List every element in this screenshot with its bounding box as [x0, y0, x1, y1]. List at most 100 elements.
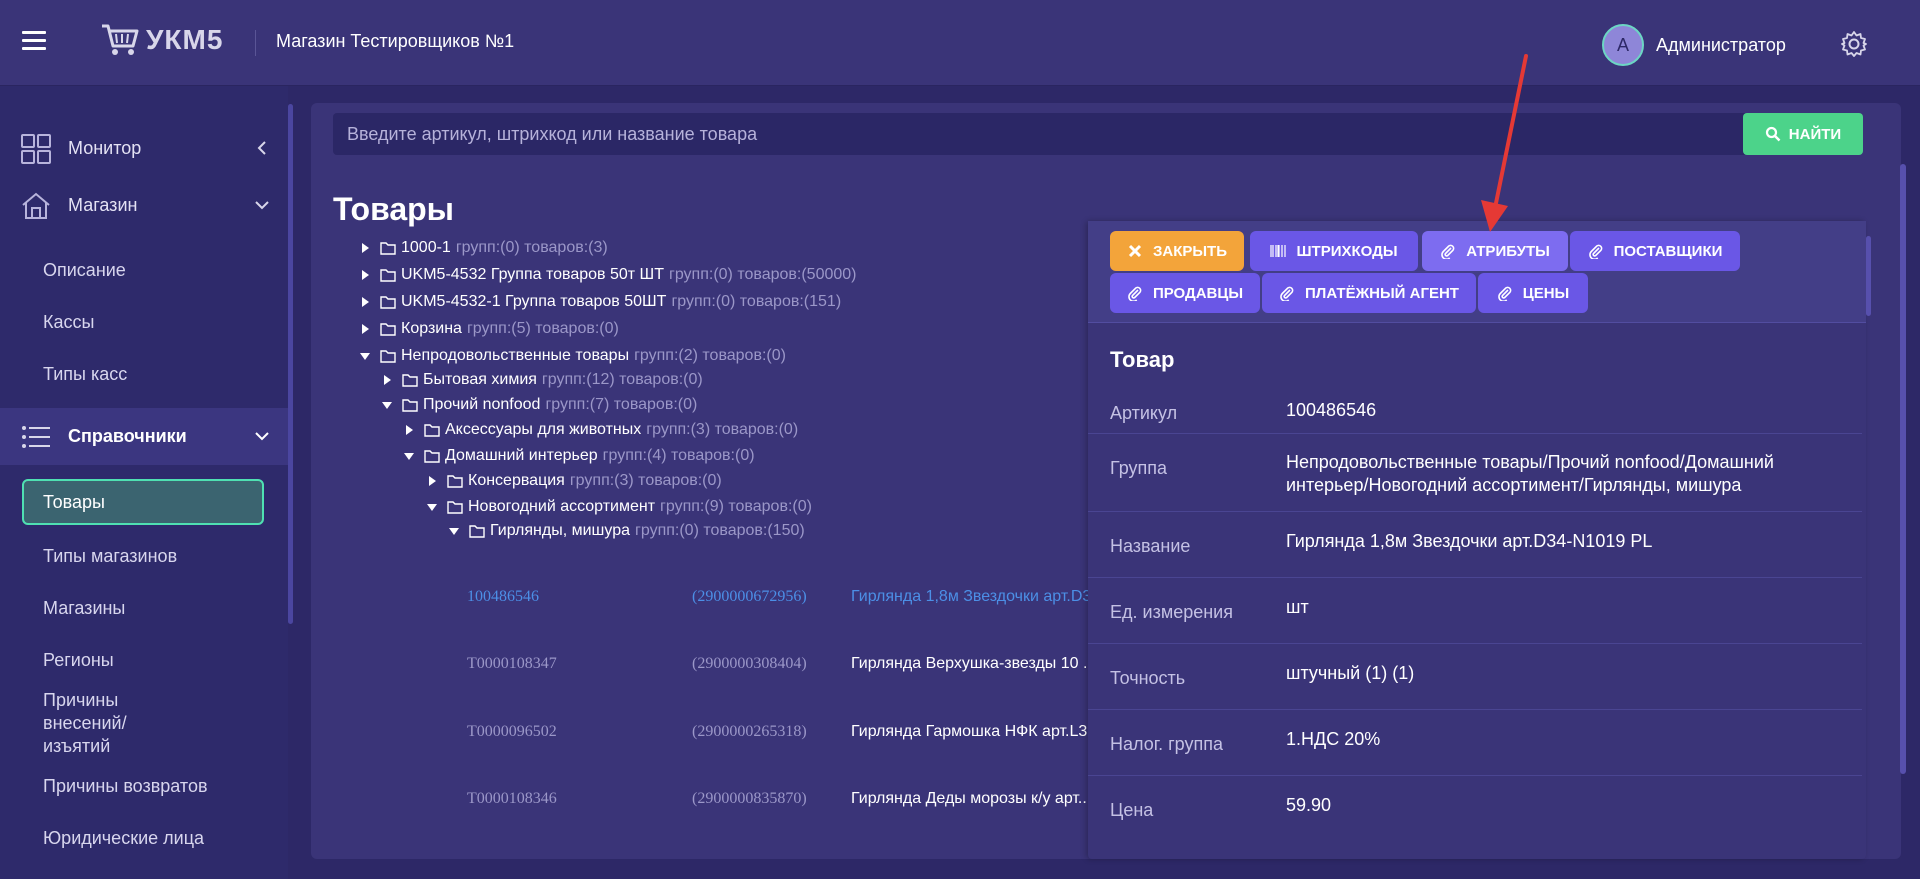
- tree-node[interactable]: Новогодний ассортимент групп:(9) товаров:…: [425, 496, 812, 518]
- sidebar-item-references[interactable]: Справочники: [0, 408, 288, 465]
- attributes-button[interactable]: АТРИБУТЫ: [1422, 231, 1568, 271]
- page-title: Товары: [333, 191, 454, 227]
- main-scrollbar[interactable]: [1900, 164, 1906, 774]
- tree-node-label: UKM5-4532-1 Группа товаров 50ШТ: [401, 293, 667, 310]
- tree-node-count: групп:(2) товаров:(0): [634, 347, 786, 364]
- field-label: Группа: [1110, 458, 1168, 478]
- tree-node[interactable]: Бытовая химия групп:(12) товаров:(0): [380, 369, 703, 391]
- product-barcode[interactable]: (2900000835870): [692, 790, 852, 814]
- store-name[interactable]: Магазин Тестировщиков №1: [276, 31, 514, 52]
- sidebar-item-regions[interactable]: Регионы: [0, 634, 288, 686]
- product-code[interactable]: T0000108347: [467, 655, 637, 679]
- tree-node[interactable]: Гирлянды, мишура групп:(0) товаров:(150): [447, 520, 805, 542]
- sidebar-item-deposit-reasons[interactable]: Причины внесений/ изъятий: [0, 686, 288, 760]
- folder-icon: [424, 450, 440, 463]
- field-label: Цена: [1110, 800, 1154, 820]
- gear-icon[interactable]: [1840, 30, 1868, 58]
- brand-name: УКМ5: [146, 24, 224, 55]
- tree-node[interactable]: Аксессуары для животных групп:(3) товаров…: [402, 419, 798, 441]
- product-name[interactable]: Гирлянда Деды морозы к/у арт...: [851, 790, 1089, 814]
- sidebar-item-monitor[interactable]: Монитор: [0, 120, 288, 177]
- chevron-down-icon: [255, 201, 269, 210]
- tree-node[interactable]: Прочий nonfood групп:(7) товаров:(0): [380, 394, 697, 416]
- tree-node-label: Бытовая химия: [423, 371, 537, 388]
- tree-node-label: Аксессуары для животных: [445, 421, 642, 438]
- user-menu[interactable]: A Администратор: [1602, 24, 1786, 66]
- attributes-button-label: АТРИБУТЫ: [1466, 242, 1550, 260]
- field-row-precision: Точность штучный (1) (1): [1088, 644, 1862, 710]
- product-name[interactable]: Гирлянда Верхушка-звезды 10 ...: [851, 655, 1089, 679]
- caret-right-icon: [384, 375, 391, 385]
- logo[interactable]: УКМ5: [100, 22, 223, 58]
- close-button[interactable]: ЗАКРЫТЬ: [1110, 231, 1244, 271]
- caret-right-icon: [362, 297, 369, 307]
- sidebar-scrollbar[interactable]: [288, 104, 293, 624]
- field-value: 59.90: [1286, 795, 1332, 815]
- tree-node-label: Корзина: [401, 320, 462, 337]
- field-value: 100486546: [1286, 400, 1377, 420]
- divider: [255, 30, 256, 56]
- close-button-label: ЗАКРЫТЬ: [1152, 242, 1228, 260]
- dashboard-icon: [21, 133, 51, 164]
- field-row-group: Группа Непродовольственные товары/Прочий…: [1088, 434, 1862, 512]
- barcodes-button[interactable]: ШТРИХКОДЫ: [1250, 231, 1418, 271]
- sidebar-item-register-types[interactable]: Типы касс: [0, 348, 288, 400]
- product-code[interactable]: T0000108346: [467, 790, 637, 814]
- tree-node-label: Домашний интерьер: [445, 447, 598, 464]
- sidebar-item-products[interactable]: Товары: [22, 479, 264, 525]
- prices-button[interactable]: ЦЕНЫ: [1478, 273, 1588, 313]
- product-code[interactable]: T0000096502: [467, 723, 637, 747]
- product-barcode-link[interactable]: (2900000672956): [692, 588, 852, 612]
- search-button[interactable]: НАЙТИ: [1743, 113, 1863, 155]
- tree-node[interactable]: Непродовольственные товары групп:(2) това…: [358, 345, 786, 367]
- product-barcode[interactable]: (2900000308404): [692, 655, 852, 679]
- detail-title: Товар: [1110, 347, 1175, 372]
- product-code-link[interactable]: 100486546: [467, 588, 637, 612]
- sidebar-item-cash-registers[interactable]: Кассы: [0, 296, 288, 348]
- product-name[interactable]: Гирлянда Гармошка НФК арт.L3...: [851, 723, 1089, 747]
- field-label: Ед. измерения: [1110, 602, 1233, 622]
- sidebar-item-legal-entities[interactable]: Юридические лица: [0, 812, 288, 864]
- payment-agent-button[interactable]: ПЛАТЁЖНЫЙ АГЕНТ: [1262, 273, 1476, 313]
- detail-scrollbar[interactable]: [1866, 236, 1871, 316]
- tree-node-label: UKM5-4532 Группа товаров 50т ШТ: [401, 266, 664, 283]
- field-value: Гирлянда 1,8м Звездочки арт.D34-N1019 PL: [1286, 531, 1653, 551]
- tree-node[interactable]: Корзина групп:(5) товаров:(0): [358, 318, 619, 340]
- product-name-link[interactable]: Гирлянда 1,8м Звездочки арт.D34-N1019 PL: [851, 588, 1089, 612]
- suppliers-button[interactable]: ПОСТАВЩИКИ: [1570, 231, 1740, 271]
- tree-node-count: групп:(7) товаров:(0): [545, 396, 698, 413]
- sidebar-item-stores[interactable]: Магазины: [0, 582, 288, 634]
- tree-node-count: групп:(3) товаров:(0): [569, 472, 722, 489]
- field-value: шт: [1286, 597, 1309, 617]
- sidebar-item-return-reasons[interactable]: Причины возвратов: [0, 760, 288, 812]
- sellers-button[interactable]: ПРОДАВЦЫ: [1110, 273, 1260, 313]
- field-row-tax-group: Налог. группа 1.НДС 20%: [1088, 710, 1862, 776]
- caret-right-icon: [362, 270, 369, 280]
- tree-node[interactable]: UKM5-4532-1 Группа товаров 50ШТ групп:(0)…: [358, 291, 841, 313]
- search-button-label: НАЙТИ: [1788, 125, 1842, 143]
- tree-node[interactable]: 1000-1 групп:(0) товаров:(3): [358, 237, 608, 259]
- field-row-unit: Ед. измерения шт: [1088, 578, 1862, 644]
- field-label: Точность: [1110, 668, 1186, 688]
- tree-node-label: Прочий nonfood: [423, 396, 541, 413]
- caret-down-icon: [449, 528, 459, 535]
- sidebar-item-shop[interactable]: Магазин: [0, 177, 288, 234]
- folder-icon: [380, 350, 396, 363]
- caret-down-icon: [382, 402, 392, 409]
- tree-node[interactable]: Домашний интерьер групп:(4) товаров:(0): [402, 445, 755, 467]
- user-name: Администратор: [1656, 34, 1786, 55]
- field-value: Непродовольственные товары/Прочий nonfoo…: [1286, 452, 1774, 495]
- sidebar-item-store-types[interactable]: Типы магазинов: [0, 530, 288, 582]
- sidebar-item-description[interactable]: Описание: [0, 244, 288, 296]
- folder-icon: [380, 269, 396, 282]
- caret-right-icon: [362, 324, 369, 334]
- barcodes-button-label: ШТРИХКОДЫ: [1296, 242, 1398, 260]
- search-input[interactable]: Введите артикул, штрихкод или название т…: [333, 113, 1753, 155]
- tree-node-count: групп:(0) товаров:(3): [455, 239, 608, 256]
- tree-node[interactable]: Консервация групп:(3) товаров:(0): [425, 470, 722, 492]
- chevron-down-icon: [255, 432, 269, 441]
- product-barcode[interactable]: (2900000265318): [692, 723, 852, 747]
- tree-node-label: Гирлянды, мишура: [490, 522, 631, 539]
- menu-icon[interactable]: [22, 31, 46, 51]
- tree-node[interactable]: UKM5-4532 Группа товаров 50т ШТ групп:(0)…: [358, 264, 856, 286]
